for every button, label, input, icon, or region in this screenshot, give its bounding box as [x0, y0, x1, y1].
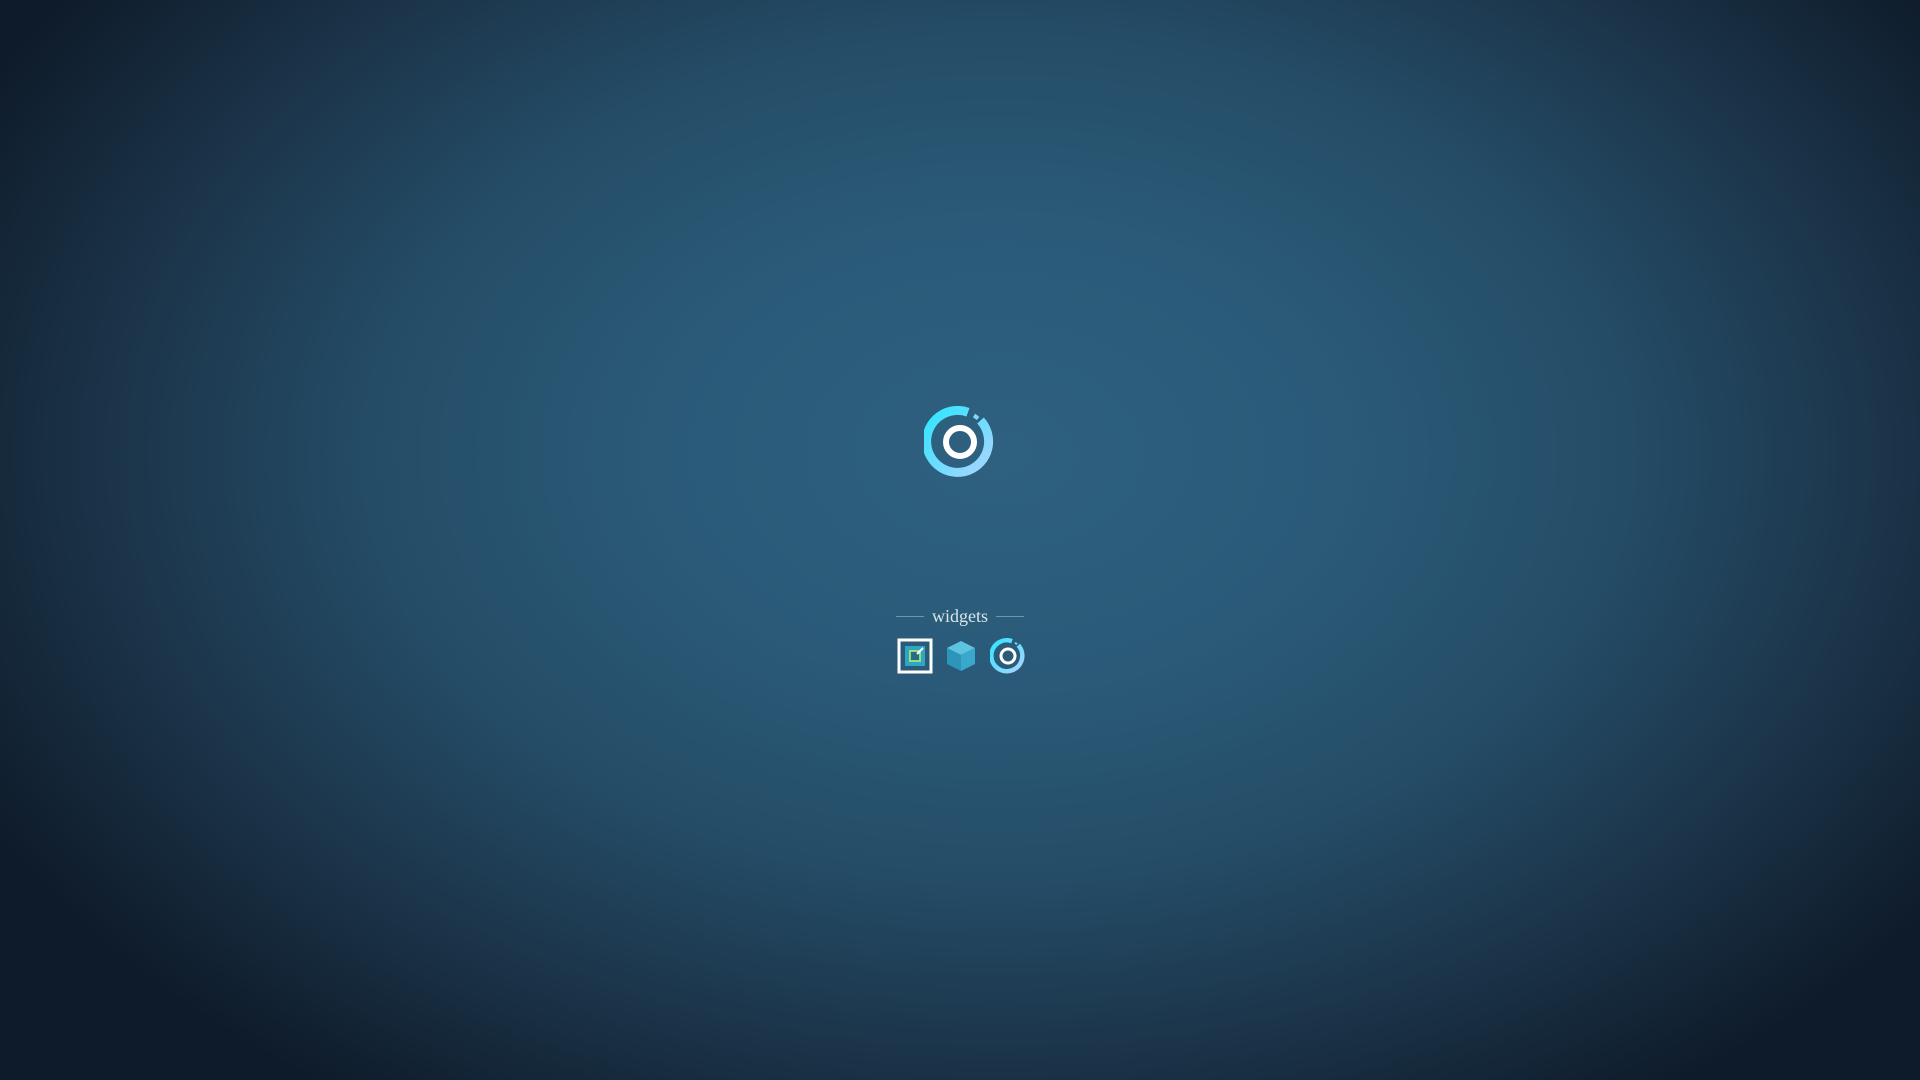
widgets-header: widgets [880, 604, 1040, 628]
ring-logo-icon[interactable] [924, 406, 996, 478]
framed-square-icon[interactable] [897, 638, 933, 674]
header-divider-right [996, 615, 1024, 617]
cube-icon[interactable] [943, 638, 979, 674]
widgets-title: widgets [932, 606, 988, 626]
widget-row [880, 638, 1040, 674]
ring-logo-icon[interactable] [990, 638, 1026, 674]
widgets-panel: widgets [880, 604, 1040, 674]
header-divider-left [896, 615, 924, 617]
